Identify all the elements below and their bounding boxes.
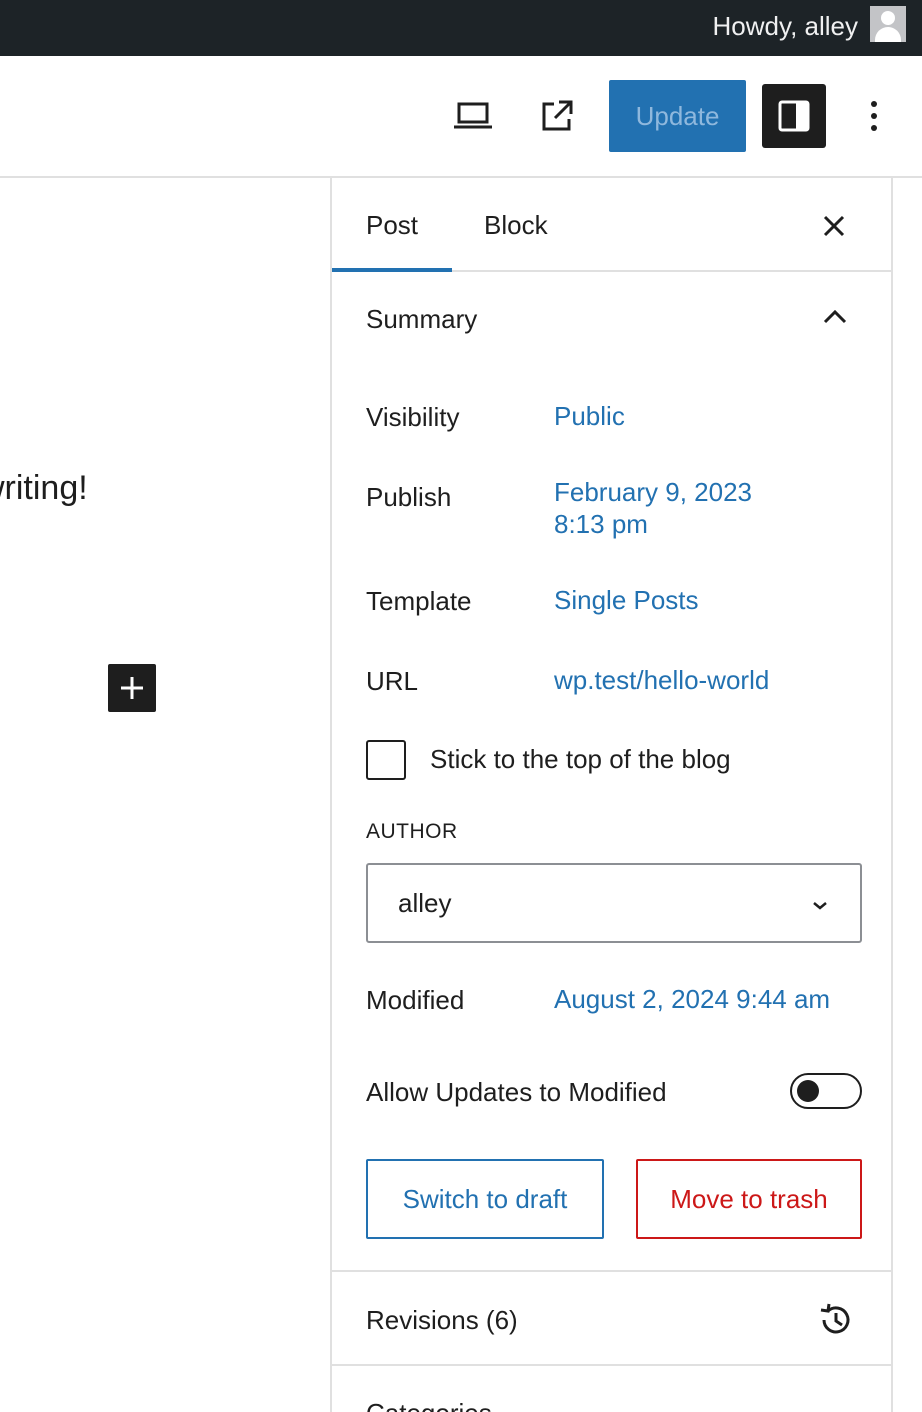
- template-link[interactable]: Single Posts: [554, 584, 699, 616]
- tab-block[interactable]: Block: [484, 178, 548, 272]
- modified-link[interactable]: August 2, 2024 9:44 am: [554, 983, 830, 1015]
- panel-divider: [332, 1270, 893, 1272]
- chevron-down-icon: [813, 902, 827, 910]
- plus-icon[interactable]: [108, 664, 156, 712]
- move-to-trash-button[interactable]: Move to trash: [636, 1159, 862, 1239]
- sticky-label[interactable]: Stick to the top of the blog: [430, 744, 731, 775]
- switch-to-draft-button[interactable]: Switch to draft: [366, 1159, 604, 1239]
- categories-panel-title[interactable]: Categories: [366, 1398, 492, 1412]
- more-vertical-icon[interactable]: [838, 80, 910, 152]
- allow-updates-toggle[interactable]: [790, 1073, 862, 1109]
- history-icon[interactable]: [816, 1300, 856, 1340]
- sidebar-toggle-icon[interactable]: [762, 84, 826, 148]
- settings-sidebar: Post Block Summary Visibility Public Pub…: [330, 178, 893, 1412]
- paragraph-text: writing!: [0, 470, 88, 506]
- summary-panel-title[interactable]: Summary: [366, 304, 477, 335]
- publish-date-link[interactable]: February 9, 2023 8:13 pm: [554, 476, 752, 540]
- publish-time: 8:13 pm: [554, 509, 648, 539]
- sticky-checkbox[interactable]: [366, 740, 406, 780]
- toggle-knob: [797, 1080, 819, 1102]
- chevron-up-icon[interactable]: [820, 302, 850, 332]
- panel-divider: [332, 1364, 893, 1366]
- author-select[interactable]: alley: [366, 863, 862, 943]
- visibility-link[interactable]: Public: [554, 400, 625, 432]
- paragraph-block[interactable]: writing!: [0, 470, 120, 506]
- author-label: AUTHOR: [366, 820, 458, 843]
- url-link[interactable]: wp.test/hello-world: [554, 664, 769, 696]
- modified-label: Modified: [366, 985, 465, 1015]
- update-button[interactable]: Update: [609, 80, 746, 152]
- editor-canvas: writing!: [0, 180, 330, 1412]
- close-icon[interactable]: [810, 202, 858, 250]
- revisions-panel-title[interactable]: Revisions (6): [366, 1305, 518, 1336]
- sidebar-tabs: Post Block: [332, 178, 893, 272]
- visibility-label: Visibility: [366, 402, 460, 432]
- right-gutter: [893, 178, 922, 1412]
- user-avatar[interactable]: [870, 6, 906, 42]
- howdy-greeting[interactable]: Howdy, alley: [713, 12, 858, 40]
- external-link-icon[interactable]: [521, 80, 593, 152]
- publish-label: Publish: [366, 482, 452, 512]
- author-selected-value: alley: [398, 888, 452, 918]
- tab-post[interactable]: Post: [366, 178, 418, 272]
- laptop-icon[interactable]: [437, 80, 509, 152]
- allow-updates-label: Allow Updates to Modified: [366, 1077, 667, 1107]
- admin-bar: Howdy, alley: [0, 0, 922, 56]
- url-label: URL: [366, 666, 419, 696]
- publish-date: February 9, 2023: [554, 477, 753, 507]
- template-label: Template: [366, 586, 472, 616]
- active-tab-indicator: [332, 268, 452, 272]
- editor-header-toolbar: Update: [0, 56, 922, 178]
